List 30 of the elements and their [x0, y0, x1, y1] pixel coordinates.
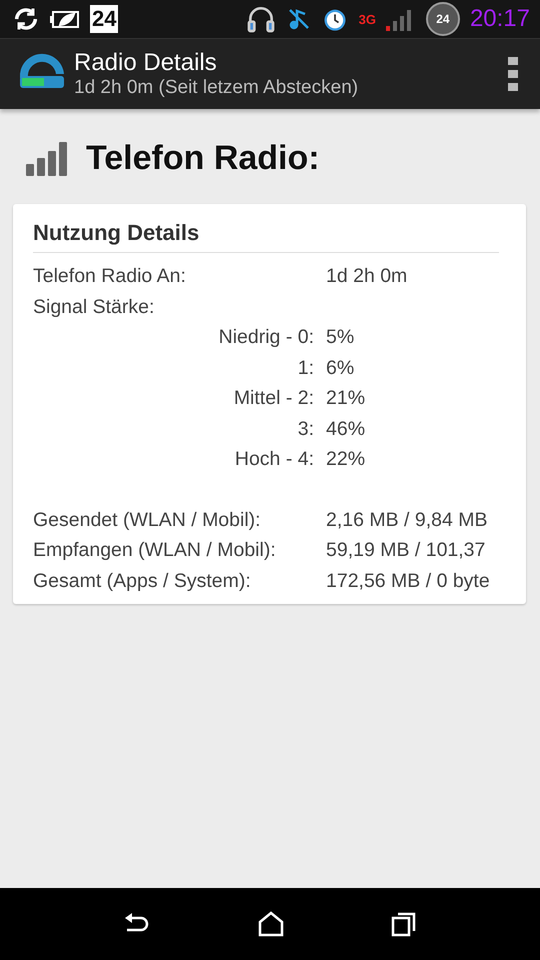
signal-level-value: 46% — [326, 416, 366, 442]
detail-value: 59,19 MB / 101,37 — [326, 538, 486, 563]
signal-level-value: 21% — [326, 386, 366, 411]
clock: 20:17 — [470, 5, 530, 33]
signal-level-label: 1: — [296, 356, 314, 380]
signal-level-label: Hoch - 4: — [234, 447, 314, 472]
signal-level-label: Mittel - 2: — [232, 386, 314, 411]
muted-music-icon — [286, 6, 311, 32]
detail-label: Telefon Radio An: — [33, 264, 187, 289]
detail-value: 2,16 MB / 9,84 MB — [326, 508, 488, 532]
detail-label: Gesamt (Apps / System): — [33, 568, 252, 594]
app-badge: 24 — [426, 2, 460, 36]
section-heading: Telefon Radio: — [86, 139, 320, 178]
detail-value: 1d 2h 0m — [326, 264, 408, 289]
detail-value: 172,56 MB / 0 byte — [326, 568, 491, 594]
signal-level-label: Niedrig - 0: — [218, 325, 314, 350]
network-type: 3G — [358, 12, 376, 26]
signal-level-value: 22% — [326, 447, 366, 472]
calendar-day: 24 — [90, 5, 118, 33]
signal-bars-icon — [26, 142, 68, 176]
screen-title: Radio Details — [74, 49, 218, 77]
signal-level-value: 5% — [326, 325, 356, 350]
signal-level-label: 3: — [296, 416, 314, 442]
detail-label: Gesendet (WLAN / Mobil): — [33, 508, 262, 532]
card-title: Nutzung Details — [33, 220, 499, 253]
detail-label: Signal Stärke: — [33, 294, 156, 320]
signal-level-value: 6% — [326, 356, 356, 380]
battery-icon — [50, 8, 80, 30]
detail-label: Empfangen (WLAN / Mobil): — [33, 538, 277, 563]
screen-subtitle: 1d 2h 0m (Seit letzem Abstecken) — [74, 77, 360, 99]
